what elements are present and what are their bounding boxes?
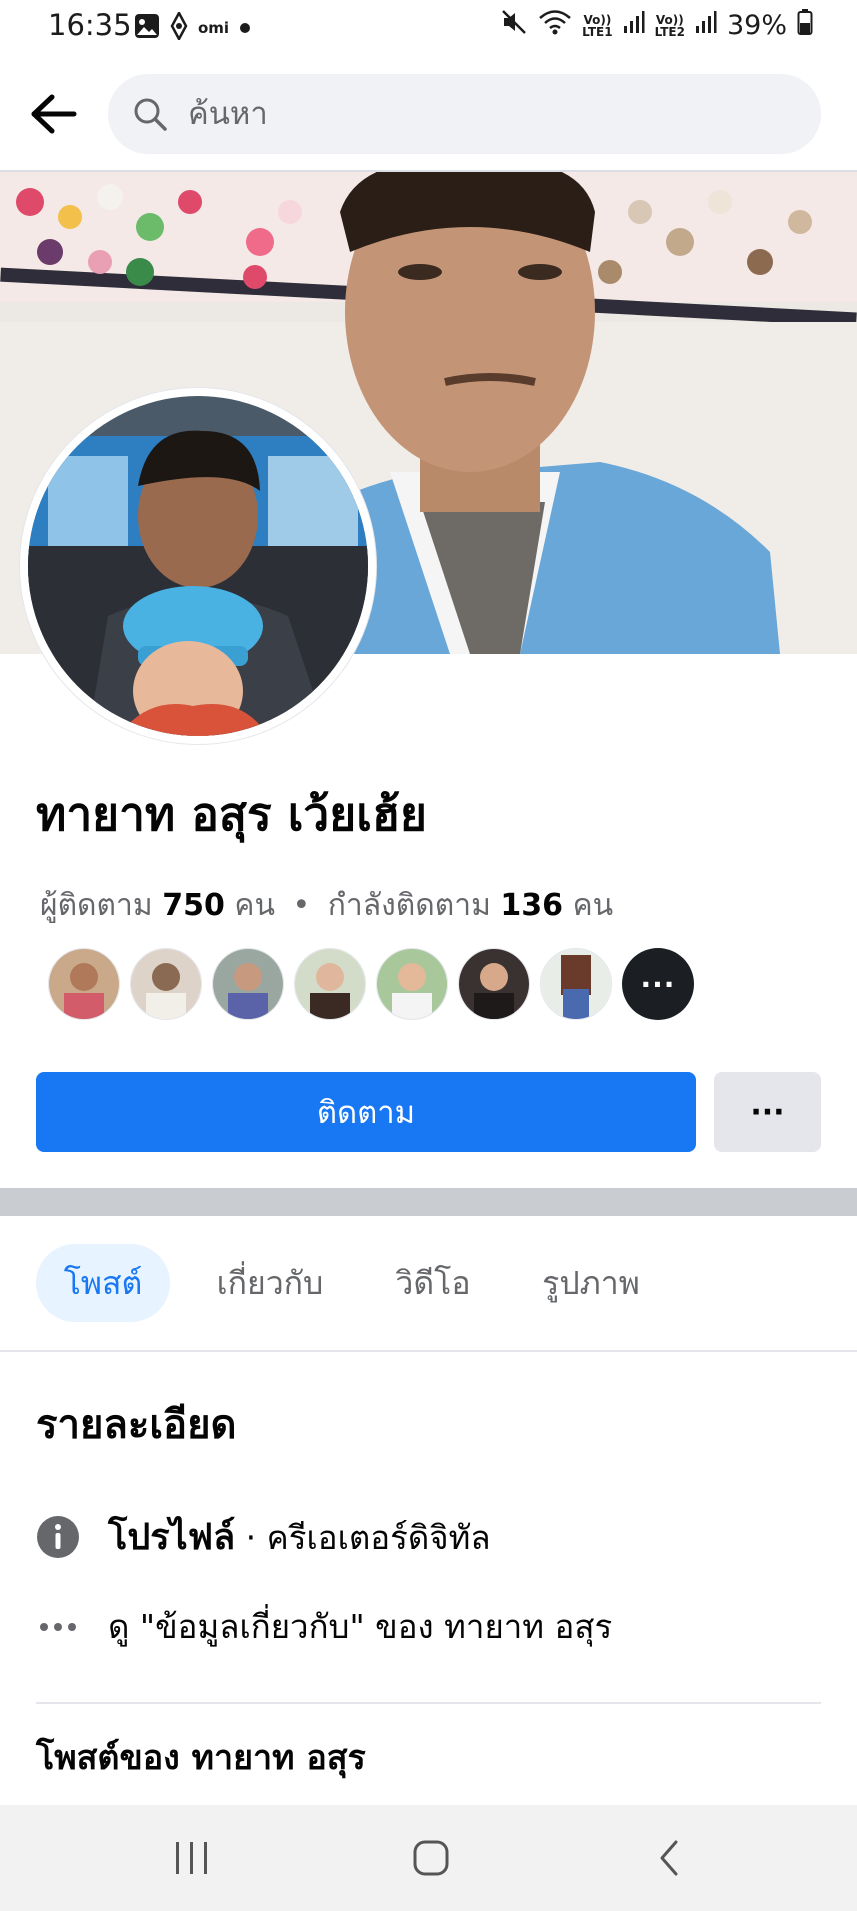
signal-icon — [695, 10, 717, 41]
recent-apps-button[interactable] — [152, 1825, 232, 1891]
profile-separator: · — [235, 1518, 267, 1557]
status-icons-left: omi — [134, 10, 251, 44]
posts-section-title: โพสต์ของ ทายาท อสุร — [36, 1738, 366, 1778]
recent-apps-icon — [176, 1842, 207, 1874]
status-time: 16:35 — [48, 8, 132, 42]
following-unit: คน — [572, 888, 614, 923]
wifi-icon — [538, 8, 572, 43]
back-nav-button[interactable] — [630, 1825, 710, 1891]
followers-count[interactable]: 750 — [162, 888, 225, 923]
stats-separator: • — [292, 888, 311, 923]
chevron-left-icon — [660, 1840, 678, 1876]
details-title: รายละเอียด — [36, 1402, 237, 1448]
follow-stats: ผู้ติดตาม 750 คน • กำลังติดตาม 136 คน — [40, 882, 613, 929]
see-about-row[interactable]: ดู "ข้อมูลเกี่ยวกับ" ของ ทายาท อสุร — [36, 1600, 612, 1653]
tab-about[interactable]: เกี่ยวกับ — [200, 1244, 340, 1322]
tab-posts[interactable]: โพสต์ — [36, 1244, 170, 1322]
avatar[interactable] — [28, 396, 368, 736]
battery-icon — [797, 8, 813, 43]
dot-icon — [239, 19, 251, 38]
profile-name: ทายาท อสุร เว้ยเฮ้ย — [36, 787, 427, 841]
friend-avatar[interactable] — [48, 948, 120, 1020]
mute-icon — [500, 8, 528, 43]
see-about-link[interactable]: ดู "ข้อมูลเกี่ยวกับ" ของ ทายาท อสุร — [108, 1600, 612, 1653]
image-icon — [134, 13, 160, 43]
tab-videos[interactable]: วิดีโอ — [378, 1244, 488, 1322]
search-icon — [134, 98, 167, 131]
tab-photos[interactable]: รูปภาพ — [526, 1244, 656, 1322]
carrier-label: omi — [198, 19, 230, 37]
home-button[interactable] — [391, 1825, 471, 1891]
tabs-divider — [0, 1350, 857, 1352]
profile-category: ครีเอเตอร์ดิจิทัล — [266, 1518, 491, 1557]
following-count[interactable]: 136 — [500, 888, 563, 923]
back-arrow-icon — [31, 94, 77, 134]
section-divider — [0, 1188, 857, 1216]
search-bar[interactable] — [108, 74, 821, 154]
battery-percent: 39% — [726, 10, 787, 41]
home-icon — [413, 1840, 449, 1876]
friends-row: ··· — [48, 948, 694, 1020]
followers-label: ผู้ติดตาม — [40, 888, 153, 923]
followers-unit: คน — [234, 888, 275, 923]
info-icon — [36, 1515, 80, 1559]
more-options-button[interactable]: ··· — [714, 1072, 821, 1152]
friend-avatar[interactable] — [376, 948, 448, 1020]
friend-avatar[interactable] — [294, 948, 366, 1020]
sim2-label: Vo)) LTE2 — [654, 12, 685, 39]
following-label: กำลังติดตาม — [327, 888, 491, 923]
friend-avatar[interactable] — [540, 948, 612, 1020]
sim1-label: Vo)) LTE1 — [582, 12, 613, 39]
profile-category-row: โปรไฟล์ · ครีเอเตอร์ดิจิทัล — [36, 1508, 491, 1565]
details-divider — [36, 1702, 821, 1704]
friend-avatar[interactable] — [130, 948, 202, 1020]
friends-more-button[interactable]: ··· — [622, 948, 694, 1020]
search-input[interactable] — [186, 95, 750, 133]
back-button[interactable] — [26, 86, 82, 142]
more-dots-icon — [36, 1605, 80, 1649]
friend-avatar[interactable] — [458, 948, 530, 1020]
vpn-key-icon — [170, 10, 188, 44]
avatar-image — [28, 396, 368, 736]
status-icons-right: Vo)) LTE1 Vo)) LTE2 39% — [500, 8, 813, 43]
signal-icon — [623, 10, 645, 41]
follow-button[interactable]: ติดตาม — [36, 1072, 696, 1152]
friend-avatar[interactable] — [212, 948, 284, 1020]
profile-label: โปรไฟล์ — [108, 1517, 236, 1558]
